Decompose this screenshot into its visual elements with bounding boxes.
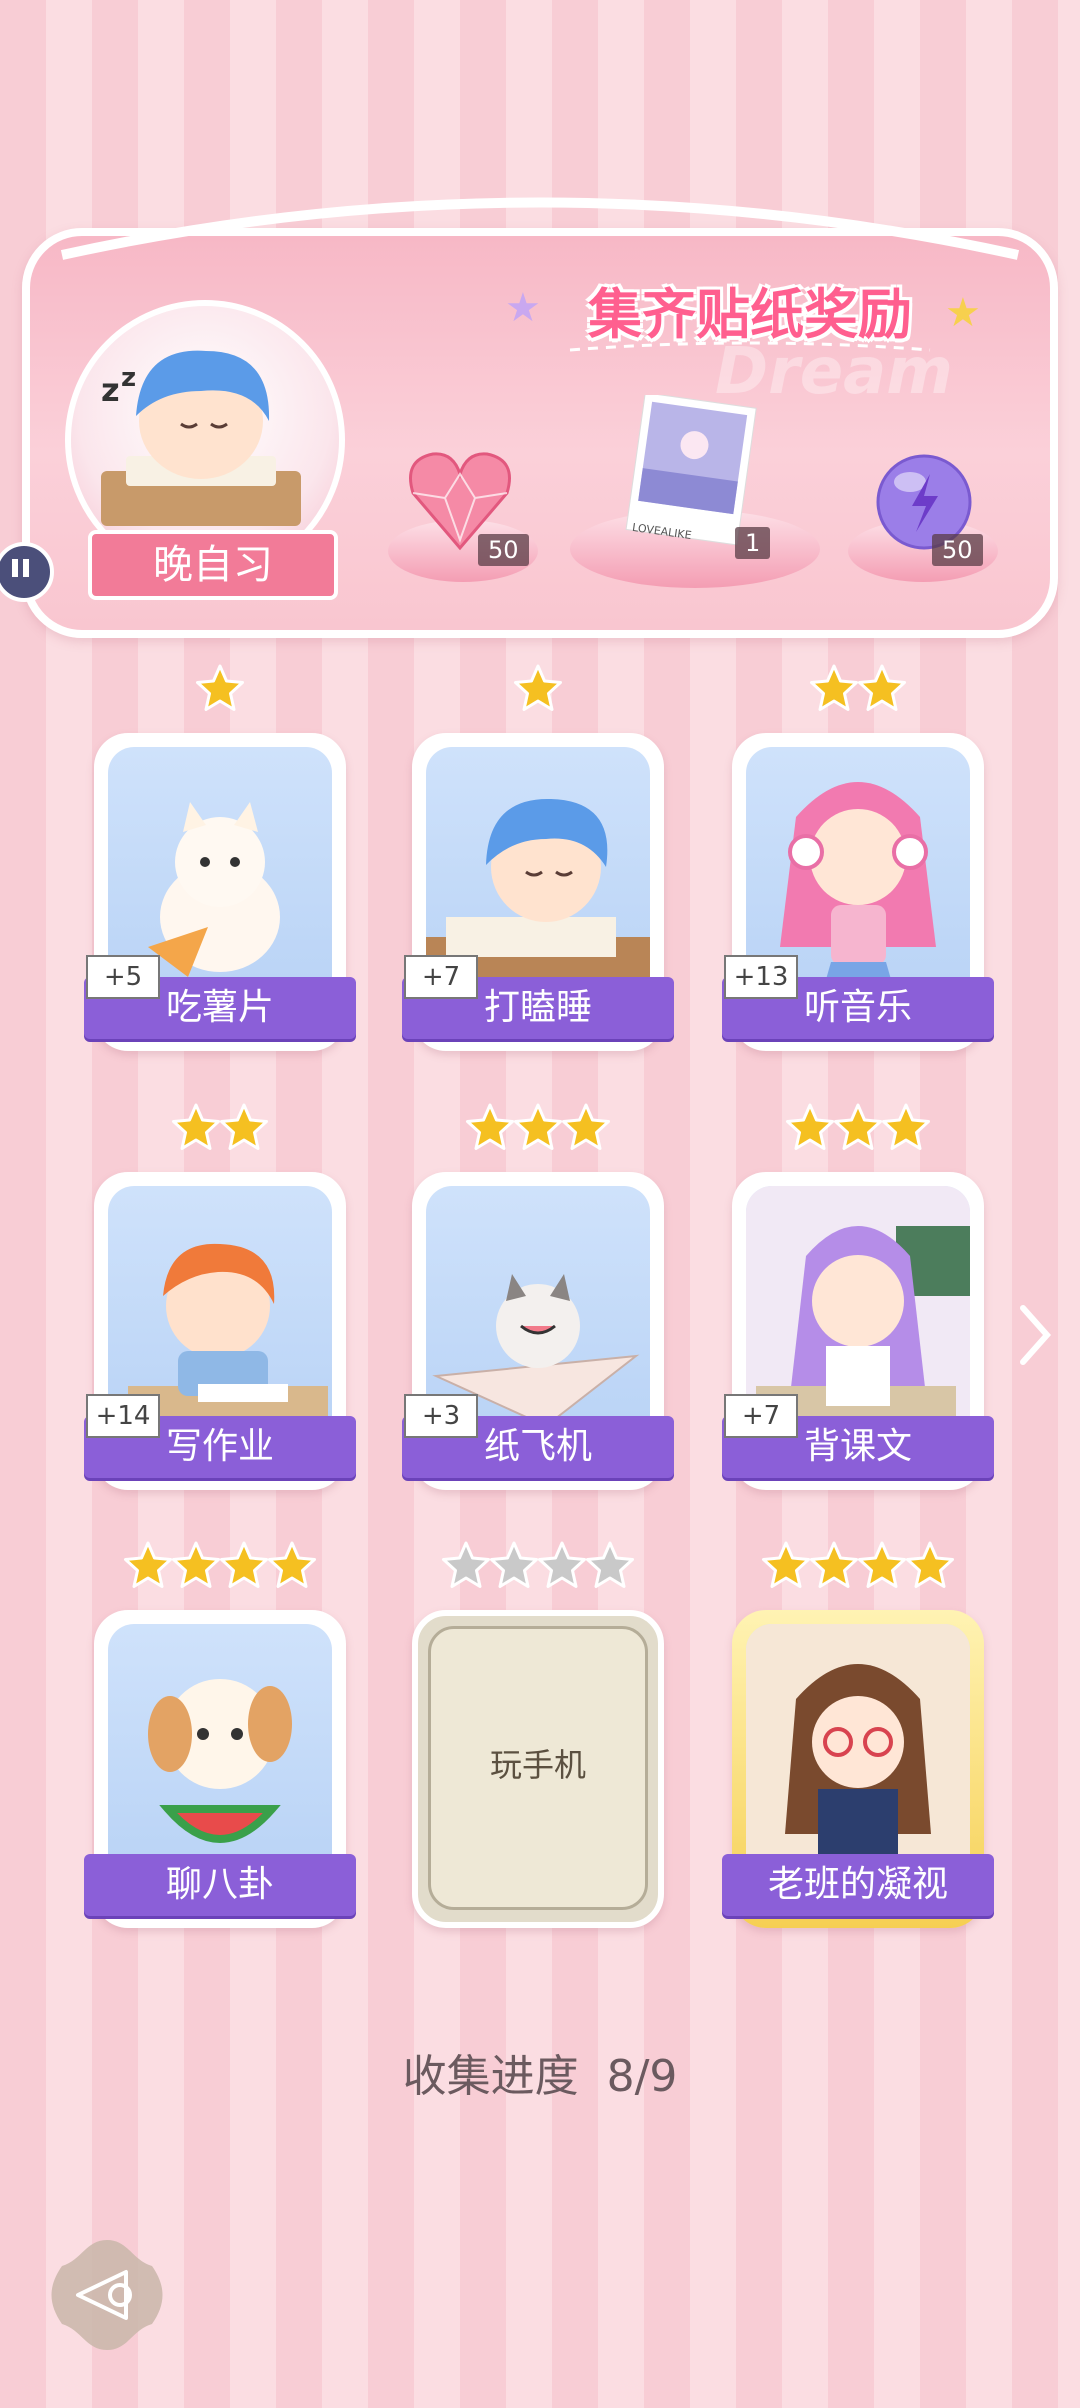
- star-icon: [562, 1103, 610, 1150]
- bonus-badge: +13: [724, 955, 798, 999]
- back-arrow-icon: [51, 2240, 163, 2350]
- svg-text:z: z: [101, 371, 120, 409]
- star-rating: [732, 663, 984, 723]
- star-icon: [906, 1541, 954, 1588]
- banner-title-underline: [569, 341, 931, 352]
- star-icon: [220, 1541, 268, 1588]
- sparkle-icon: ★: [945, 290, 981, 336]
- reward-count: 50: [932, 534, 983, 566]
- star-rating: [94, 1102, 346, 1162]
- star-icon: [834, 1103, 882, 1150]
- sticker-card[interactable]: 写作业 +14: [84, 1103, 356, 1510]
- star-icon: [514, 1103, 562, 1150]
- bonus-badge: +3: [404, 1394, 478, 1438]
- collection-progress: 收集进度 8/9: [390, 2040, 690, 2104]
- star-icon: [810, 1541, 858, 1588]
- sticker-card[interactable]: 背课文 +7: [722, 1103, 994, 1510]
- empty-star-icon: [538, 1541, 586, 1588]
- card-label: 聊八卦: [84, 1854, 356, 1916]
- progress-label: 收集进度: [402, 2051, 579, 2102]
- next-page-arrow[interactable]: [1015, 1300, 1055, 1387]
- sticker-card[interactable]: 玩手机: [412, 1541, 664, 1948]
- star-rating: [94, 1540, 346, 1600]
- progress-value: 8/9: [606, 2051, 678, 2102]
- card-label: 老班的凝视: [722, 1854, 994, 1916]
- star-icon: [124, 1541, 172, 1588]
- star-icon: [268, 1541, 316, 1588]
- pause-icon: [12, 559, 29, 577]
- reward-count: 50: [478, 534, 529, 566]
- star-icon: [196, 664, 244, 711]
- locked-card-label: 玩手机: [489, 1746, 586, 1784]
- chevron-right-icon: [1020, 1305, 1052, 1365]
- star-rating: [732, 1102, 984, 1162]
- sticker-card[interactable]: 老班的凝视: [722, 1541, 994, 1948]
- bonus-badge: +14: [86, 1394, 160, 1438]
- star-icon: [172, 1541, 220, 1588]
- star-icon: [172, 1103, 220, 1150]
- star-icon: [858, 1541, 906, 1588]
- star-rating: [412, 1102, 664, 1162]
- bonus-badge: +5: [86, 955, 160, 999]
- sticker-card[interactable]: 纸飞机 +3: [402, 1103, 674, 1510]
- empty-star-icon: [442, 1541, 490, 1588]
- star-icon: [810, 664, 858, 711]
- sticker-card[interactable]: 吃薯片 +5: [84, 664, 356, 1071]
- star-rating: [412, 1540, 664, 1600]
- back-button[interactable]: [48, 2236, 166, 2354]
- bonus-badge: +7: [404, 955, 478, 999]
- star-rating: [732, 1540, 984, 1600]
- bonus-badge: +7: [724, 1394, 798, 1438]
- banner-arch: [60, 197, 1020, 260]
- banner-title: 集齐贴纸奖励: [588, 283, 912, 346]
- star-icon: [858, 664, 906, 711]
- empty-star-icon: [490, 1541, 538, 1588]
- star-icon: [762, 1541, 810, 1588]
- sticker-card[interactable]: 听音乐 +13: [722, 664, 994, 1071]
- sticker-card[interactable]: 聊八卦: [84, 1541, 356, 1948]
- star-icon: [514, 664, 562, 711]
- star-icon: [466, 1103, 514, 1150]
- star-rating: [94, 663, 346, 723]
- sparkle-icon: ★: [505, 285, 541, 331]
- svg-text:z: z: [121, 363, 136, 393]
- empty-star-icon: [586, 1541, 634, 1588]
- sticker-card[interactable]: 打瞌睡 +7: [402, 664, 674, 1071]
- star-icon: [882, 1103, 930, 1150]
- star-rating: [412, 663, 664, 723]
- star-icon: [220, 1103, 268, 1150]
- star-icon: [786, 1103, 834, 1150]
- session-label: 晚自习: [88, 530, 338, 600]
- reward-count: 1: [735, 527, 771, 559]
